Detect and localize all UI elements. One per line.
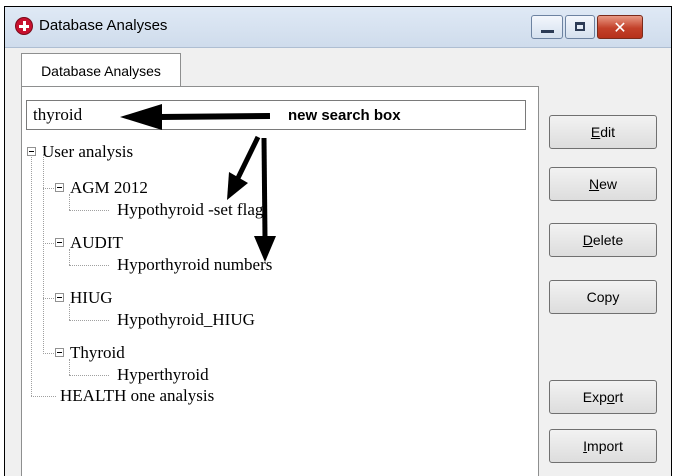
tree-leaf-hyperthyroid[interactable]: Hyperthyroid (117, 364, 209, 386)
close-button[interactable]: ✕ (597, 15, 643, 39)
collapse-icon[interactable] (55, 238, 64, 247)
tree-leaf-hypothyroid-hiug[interactable]: Hypothyroid_HIUG (117, 309, 255, 331)
export-accelerator: o (606, 389, 615, 405)
new-button[interactable]: New (549, 167, 657, 201)
copy-button[interactable]: Copy (549, 280, 657, 314)
window-title: Database Analyses (39, 17, 168, 34)
minimize-icon (541, 30, 554, 33)
annotation-label: new search box (288, 107, 401, 124)
tree-leaf-hypothyroid-set-flag[interactable]: Hypothyroid -set flag (117, 199, 263, 221)
delete-label-post: elete (592, 232, 624, 248)
tree-line (31, 148, 32, 396)
tree-node-audit[interactable]: AUDIT (70, 232, 123, 254)
import-button[interactable]: Import (549, 429, 657, 463)
tree-line (69, 375, 109, 376)
tree-line (69, 265, 109, 266)
export-label-post: rt (614, 389, 624, 405)
new-accelerator: N (588, 176, 600, 192)
collapse-icon[interactable] (55, 348, 64, 357)
export-button[interactable]: Exp o rt (549, 380, 657, 414)
tab-database-analyses[interactable]: Database Analyses (21, 53, 181, 87)
import-label-post: mport (587, 438, 623, 454)
new-label-post: ew (599, 176, 618, 192)
tree-node-hiug[interactable]: HIUG (70, 287, 113, 309)
edit-label-post: dit (600, 124, 616, 140)
maximize-button[interactable] (565, 15, 595, 39)
tree-line (31, 396, 56, 397)
tree-leaf-hyporthyroid-numbers[interactable]: Hyporthyroid numbers (117, 254, 272, 276)
tree-node-agm-2012[interactable]: AGM 2012 (70, 177, 148, 199)
tree-node-user-analysis[interactable]: User analysis (42, 141, 133, 163)
title-bar[interactable]: Database Analyses ✕ (5, 7, 671, 48)
export-label-pre: Exp (582, 389, 607, 405)
tree-node-thyroid[interactable]: Thyroid (70, 342, 125, 364)
tree-line (43, 154, 44, 352)
tree-line (69, 320, 109, 321)
tree-node-health-one-analysis[interactable]: HEALTH one analysis (60, 385, 214, 407)
maximize-icon (575, 22, 585, 31)
red-cross-icon (15, 17, 33, 35)
edit-button[interactable]: Edit (549, 115, 657, 149)
delete-button[interactable]: Delete (549, 223, 657, 257)
search-input[interactable] (26, 100, 526, 130)
close-icon: ✕ (613, 17, 627, 37)
collapse-icon[interactable] (27, 147, 36, 156)
collapse-icon[interactable] (55, 183, 64, 192)
analysis-tree[interactable]: User analysis AGM 2012 Hypothyroid -set … (26, 132, 526, 476)
edit-accelerator: E (590, 124, 601, 140)
minimize-button[interactable] (531, 15, 563, 39)
tree-line (69, 210, 109, 211)
copy-label: Copy (586, 289, 620, 305)
collapse-icon[interactable] (55, 293, 64, 302)
delete-accelerator: D (582, 232, 593, 248)
